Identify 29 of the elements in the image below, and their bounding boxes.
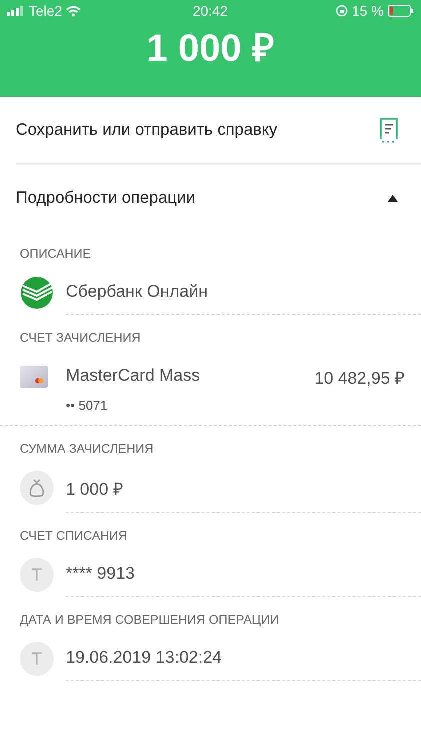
battery-icon xyxy=(388,5,414,17)
carrier-name: Tele2 xyxy=(29,3,62,19)
card-number: •• 5071 xyxy=(66,398,109,413)
section-label: ОПИСАНИЕ xyxy=(20,247,92,261)
avatar-letter: Т xyxy=(20,642,54,676)
rotation-lock-icon xyxy=(336,5,348,17)
card-icon xyxy=(20,366,48,388)
account-balance: 10 482,95 ₽ xyxy=(314,368,405,389)
detail-value: MasterCard Mass xyxy=(66,366,200,387)
detail-value: **** 9913 xyxy=(66,564,136,584)
amount-title: 1 000 ₽ xyxy=(146,27,276,72)
section-title: Подробности операции xyxy=(16,188,196,208)
avatar-letter: Т xyxy=(20,558,54,592)
wifi-icon xyxy=(66,6,82,16)
receipt-icon[interactable] xyxy=(379,117,399,143)
save-receipt-link[interactable]: Сохранить или отправить справку xyxy=(16,120,278,140)
clock-time: 20:42 xyxy=(192,3,228,19)
signal-icon xyxy=(7,6,25,16)
section-label: СЧЕТ СПИСАНИЯ xyxy=(20,529,129,543)
bank-logo-icon xyxy=(20,276,54,310)
collapse-toggle-icon[interactable] xyxy=(387,193,399,203)
section-label: СУММА ЗАЧИСЛЕНИЯ xyxy=(20,442,155,456)
detail-value: 1 000 ₽ xyxy=(66,479,124,500)
battery-percent: 15 % xyxy=(352,3,384,19)
section-label: СЧЕТ ЗАЧИСЛЕНИЯ xyxy=(20,331,142,345)
detail-value: Сбербанк Онлайн xyxy=(66,282,208,302)
detail-value: 19.06.2019 13:02:24 xyxy=(66,648,222,668)
section-label: ДАТА И ВРЕМЯ СОВЕРШЕНИЯ ОПЕРАЦИИ xyxy=(20,613,280,627)
money-bag-icon xyxy=(29,478,45,498)
